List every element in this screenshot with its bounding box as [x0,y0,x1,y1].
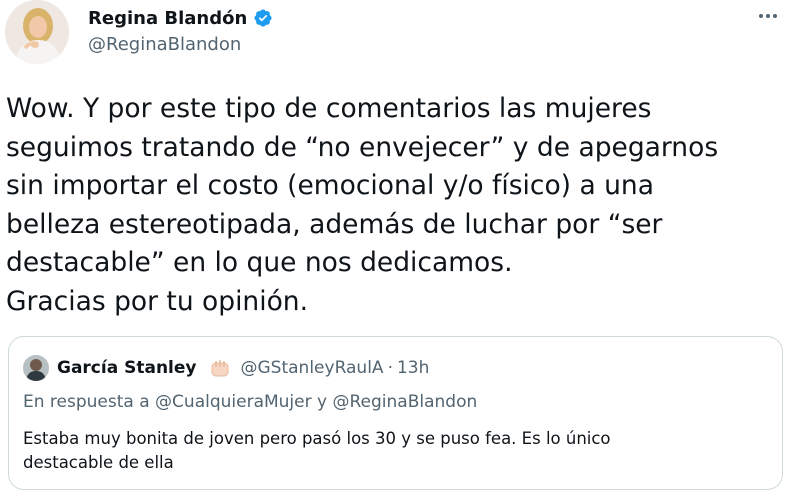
author-handle[interactable]: @ReginaBlandon [88,34,241,55]
quoted-text-line: Estaba muy bonita de joven pero pasó los… [23,429,611,448]
reply-context: En respuesta a @CualquieraMujer y @Regin… [23,392,477,412]
tweet-text-line: destacable” en lo que nos dedicamos. [6,247,513,278]
author-name[interactable]: Regina Blandón [88,8,247,29]
verified-badge-icon [254,9,272,27]
tweet-text-line: Wow. Y por este tipo de comentarios las … [6,93,652,124]
raised-fist-emoji-icon [211,360,228,377]
separator-dot: · [387,358,393,378]
tweet-text-line: seguimos tratando de “no envejecer” y de… [6,131,719,163]
tweet-text-line: sin importar el costo (emocional y/o fís… [6,170,654,201]
reply-prefix: En respuesta a [23,392,150,412]
tweet-text: Wow. Y por este tipo de comentarios las … [6,90,786,321]
profile-photo-icon [23,355,49,381]
quoted-text-line: destacable de ella [23,453,174,472]
mention-link[interactable]: @ReginaBlandon [332,392,477,412]
quoted-tweet[interactable]: García Stanley @GStanleyRaulA · 13h En r… [8,336,783,490]
tweet-text-line: Gracias por tu opinión. [6,285,309,317]
quoted-author-avatar[interactable] [23,355,49,381]
mention-link[interactable]: @CualquieraMujer [155,392,312,412]
profile-photo-icon [5,0,69,64]
author-avatar[interactable] [5,0,69,64]
more-dots-icon [759,14,777,18]
tweet-card: Regina Blandón @ReginaBlandon Wow. Y por… [0,0,800,500]
quoted-timestamp[interactable]: 13h [397,358,429,378]
author-name-row: Regina Blandón [88,5,273,31]
quoted-author-name[interactable]: García Stanley [57,358,197,378]
quoted-author-handle[interactable]: @GStanleyRaulA [241,358,384,378]
more-options-button[interactable] [756,8,780,24]
quoted-text: Estaba muy bonita de joven pero pasó los… [23,427,768,475]
reply-joiner: y [317,392,328,412]
tweet-text-line: belleza estereotipada, además de luchar … [6,208,663,240]
quoted-header: García Stanley @GStanleyRaulA · 13h [57,357,429,379]
